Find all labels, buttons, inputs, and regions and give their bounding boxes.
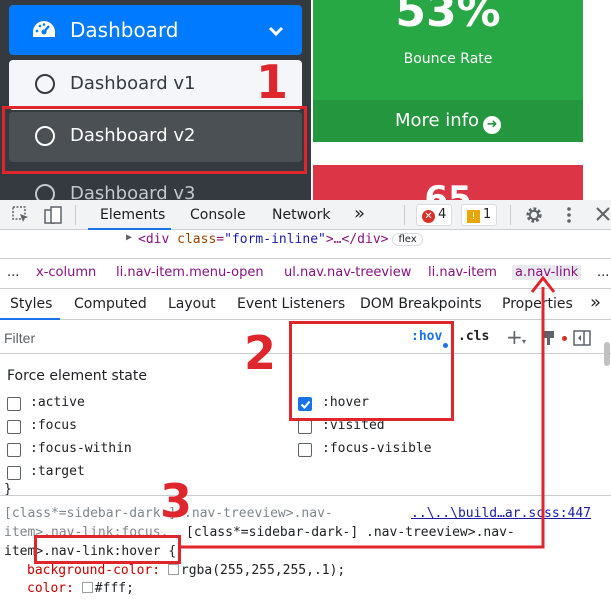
- annotation-connector-arrow: [181, 275, 556, 549]
